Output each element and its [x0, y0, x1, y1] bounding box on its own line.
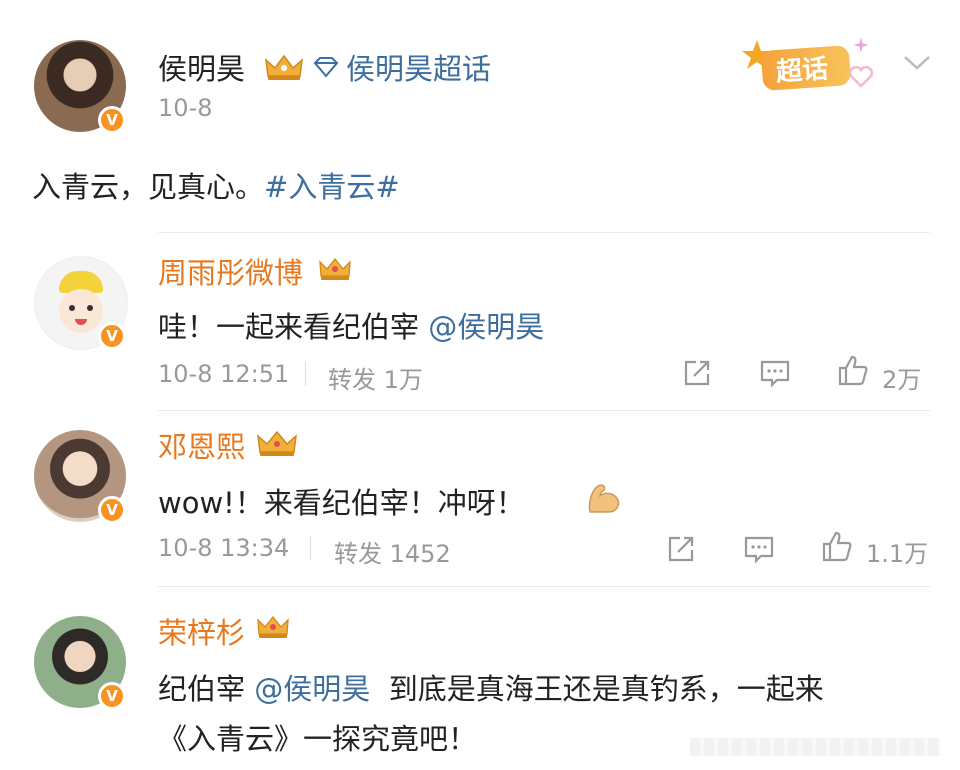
verified-badge-icon: V — [98, 322, 126, 350]
member-crown-icon — [319, 257, 351, 280]
post-content-text: 入青云，见真心。 — [32, 170, 265, 204]
verified-badge-icon: V — [98, 496, 126, 524]
repost-label: 转发 — [328, 366, 376, 394]
comment-text: wow!！来看纪伯宰！冲呀！ — [158, 480, 525, 522]
comment-icon[interactable] — [742, 532, 776, 566]
member-crown-icon — [265, 54, 303, 80]
comment-author[interactable]: 荣梓杉 — [158, 610, 245, 652]
like-icon[interactable] — [836, 354, 870, 388]
comment-icon[interactable] — [758, 356, 792, 390]
comment-divider — [158, 410, 930, 411]
comment-author[interactable]: 邓恩熙 — [158, 424, 245, 466]
post-content: 入青云，见真心。#入青云# — [32, 164, 400, 206]
post-author-name[interactable]: 侯明昊 — [158, 46, 245, 88]
comment-text-body: 哇！一起来看纪伯宰 — [158, 310, 420, 344]
repost-count: 1万 — [383, 366, 423, 394]
post-divider — [158, 232, 930, 233]
comment-text: 纪伯宰 @侯明昊 到底是真海王还是真钓系，一起来 — [158, 666, 824, 708]
verified-badge-icon: V — [98, 106, 126, 134]
like-icon[interactable] — [820, 530, 854, 564]
mention-link[interactable]: @侯明昊 — [254, 672, 370, 706]
comment-author[interactable]: 周雨彤微博 — [158, 250, 303, 292]
comment-text-body: wow!！来看纪伯宰！冲呀！ — [158, 486, 525, 520]
comment-text-suffix: 到底是真海王还是真钓系，一起来 — [388, 672, 824, 706]
repost-info: 转发 1452 — [334, 534, 451, 569]
comment-time: 10-8 12:51 — [158, 360, 290, 388]
comment-text: 哇！一起来看纪伯宰 @侯明昊 — [158, 304, 544, 346]
mention-link[interactable]: @侯明昊 — [428, 310, 544, 344]
member-crown-icon — [257, 615, 289, 638]
supertopic-link[interactable]: 侯明昊超话 — [346, 46, 491, 88]
repost-count: 1452 — [389, 540, 451, 568]
post-date: 10-8 — [158, 94, 213, 122]
hashtag-link[interactable]: #入青云# — [264, 170, 400, 204]
share-icon[interactable] — [664, 532, 698, 566]
supertopic-badge[interactable]: 超话 — [740, 37, 875, 94]
like-count: 2万 — [882, 366, 922, 394]
supertopic-badge-label: 超话 — [775, 54, 830, 88]
watermark — [690, 738, 940, 756]
like-count: 1.1万 — [866, 540, 929, 568]
diamond-icon — [313, 57, 339, 78]
comment-text-line2: 《入青云》一探究竟吧！ — [158, 722, 478, 756]
share-icon[interactable] — [680, 356, 714, 390]
comment-time: 10-8 13:34 — [158, 534, 290, 562]
repost-label: 转发 — [334, 540, 382, 568]
chevron-down-icon[interactable] — [902, 54, 932, 72]
comment-divider — [158, 586, 930, 587]
member-crown-icon — [257, 430, 297, 456]
comment-text-prefix: 纪伯宰 — [158, 672, 246, 706]
repost-info: 转发 1万 — [328, 360, 423, 395]
verified-badge-icon: V — [98, 682, 126, 710]
sparkle-icon — [853, 37, 869, 53]
flexed-bicep-icon — [588, 484, 620, 513]
meta-separator — [310, 536, 311, 560]
heart-icon — [848, 66, 874, 88]
meta-separator — [305, 362, 306, 386]
